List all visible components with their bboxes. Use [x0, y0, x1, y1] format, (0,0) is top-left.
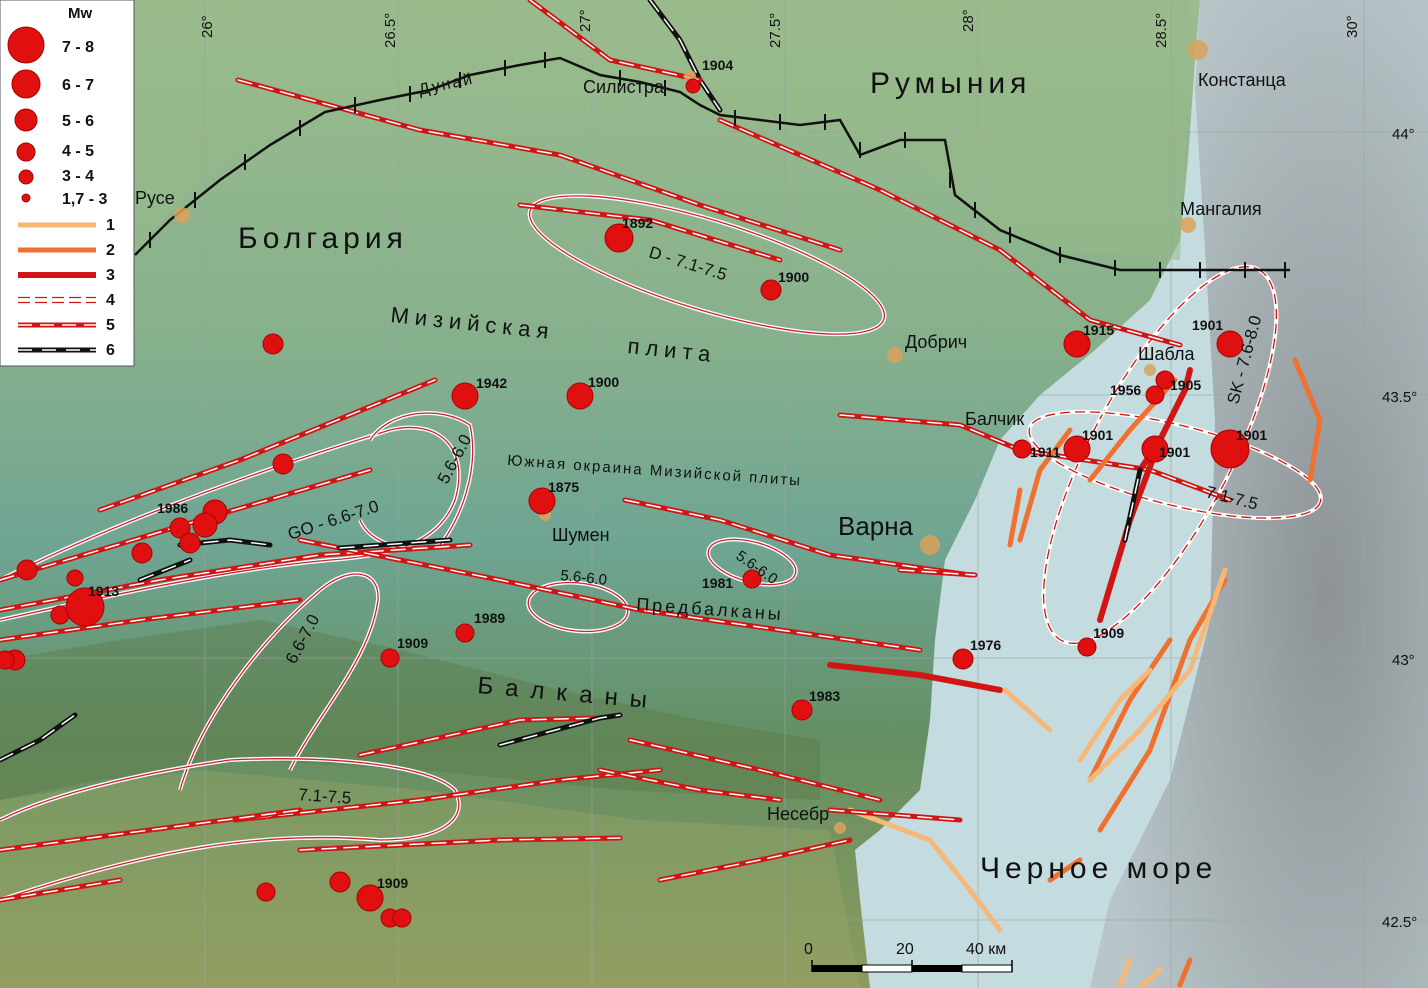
legend-fault-5: 5 [106, 317, 115, 334]
legend-mag-0: 7 - 8 [62, 39, 94, 56]
lat-44: 44° [1392, 126, 1415, 143]
year-1909c: 1909 [377, 875, 408, 891]
legend-magnitude-circle [18, 169, 34, 185]
legend-mag-5: 1,7 - 3 [62, 191, 107, 208]
year-1909a: 1909 [397, 635, 428, 651]
year-1942: 1942 [476, 375, 507, 391]
city-marker [1144, 364, 1156, 376]
label-bulgaria: Болгария [238, 222, 408, 255]
year-1901d: 1901 [1236, 427, 1267, 443]
year-1904: 1904 [702, 57, 733, 73]
year-1981: 1981 [702, 575, 733, 591]
year-1956: 1956 [1110, 382, 1141, 398]
legend-magnitude-circle [16, 142, 36, 162]
city-dobrich: Добрич [905, 332, 967, 352]
earthquake-circle [329, 871, 351, 893]
lon-28-5: 28.5° [1153, 13, 1170, 48]
earthquake-circle [1012, 439, 1032, 459]
legend-fault-2: 2 [106, 242, 115, 259]
legend-magnitude-circle [7, 26, 45, 64]
earthquake-circle [392, 908, 412, 928]
label-black-sea: Черное море [980, 852, 1217, 885]
earthquake-circle [451, 382, 479, 410]
city-constanta: Констанца [1198, 70, 1287, 90]
city-marker [887, 347, 903, 363]
lat-42-5: 42.5° [1382, 914, 1417, 931]
lon-28: 28° [960, 9, 977, 32]
legend-fault-1: 1 [106, 217, 115, 234]
earthquake-circle [131, 542, 153, 564]
earthquake-circle [455, 623, 475, 643]
legend-magnitude-circle [14, 108, 38, 132]
year-1901b: 1901 [1082, 427, 1113, 443]
label-romania: Румыния [870, 67, 1031, 100]
year-1983: 1983 [809, 688, 840, 704]
city-shabla: Шабла [1138, 344, 1196, 364]
scale-tick-40: 40 км [966, 941, 1006, 958]
year-1905: 1905 [1170, 377, 1201, 393]
legend: Mw 7 - 8 6 - 7 5 - 6 4 - 5 3 - 4 1,7 - 3… [0, 0, 135, 367]
legend-magnitude-circle [11, 69, 41, 99]
lon-27-5: 27.5° [767, 13, 784, 48]
year-1892: 1892 [622, 215, 653, 231]
year-1976: 1976 [970, 637, 1001, 653]
year-1909b: 1909 [1093, 625, 1124, 641]
city-marker [1180, 217, 1196, 233]
city-marker [920, 535, 940, 555]
year-1986: 1986 [157, 500, 188, 516]
earthquake-circle [256, 882, 276, 902]
legend-mag-4: 3 - 4 [62, 168, 94, 185]
zone-label-z5: 7.1-7.5 [298, 785, 352, 808]
year-1915: 1915 [1083, 322, 1114, 338]
earthquake-circle [179, 532, 201, 554]
year-1911: 1911 [1030, 444, 1061, 460]
year-1901c: 1901 [1159, 444, 1190, 460]
year-1900a: 1900 [778, 269, 809, 285]
lon-30: 30° [1344, 15, 1361, 38]
earthquake-circle [192, 512, 218, 538]
lon-26-5: 26.5° [382, 13, 399, 48]
city-marker [174, 207, 190, 223]
city-balchik: Балчик [965, 409, 1024, 429]
legend-mag-2: 5 - 6 [62, 113, 94, 130]
earthquake-circle [262, 333, 284, 355]
city-ruse: Русе [135, 188, 175, 208]
lon-27: 27° [577, 9, 594, 32]
lon-26: 26° [199, 15, 216, 38]
year-1900b: 1900 [588, 374, 619, 390]
lat-43: 43° [1392, 652, 1415, 669]
year-1901a: 1901 [1192, 317, 1223, 333]
lat-43-5: 43.5° [1382, 389, 1417, 406]
year-1913: 1913 [88, 583, 119, 599]
year-1989: 1989 [474, 610, 505, 626]
earthquake-circle [0, 650, 15, 670]
city-silistra: Силистра [583, 77, 665, 97]
legend-title: Mw [68, 5, 92, 22]
earthquake-circle [380, 648, 400, 668]
legend-magnitude-circle [21, 193, 31, 203]
legend-fault-3: 3 [106, 267, 115, 284]
city-shumen: Шумен [552, 525, 610, 545]
earthquake-circle [685, 78, 701, 94]
earthquake-circle [66, 569, 84, 587]
year-1875: 1875 [548, 479, 579, 495]
city-mangalia: Мангалия [1180, 199, 1262, 219]
city-marker [1188, 40, 1208, 60]
legend-mag-1: 6 - 7 [62, 77, 94, 94]
city-varna: Варна [838, 511, 914, 541]
earthquake-circle [1145, 385, 1165, 405]
city-nesebar: Несебр [767, 804, 829, 824]
seismotectonic-map: Румыния Болгария Мизийская плита Южная о… [0, 0, 1428, 988]
earthquake-circle [272, 453, 294, 475]
legend-fault-6: 6 [106, 342, 115, 359]
scale-tick-0: 0 [804, 941, 813, 958]
city-marker [834, 822, 846, 834]
earthquake-circle [16, 559, 38, 581]
legend-mag-3: 4 - 5 [62, 143, 94, 160]
scale-tick-20: 20 [896, 941, 914, 958]
legend-fault-4: 4 [106, 292, 115, 309]
